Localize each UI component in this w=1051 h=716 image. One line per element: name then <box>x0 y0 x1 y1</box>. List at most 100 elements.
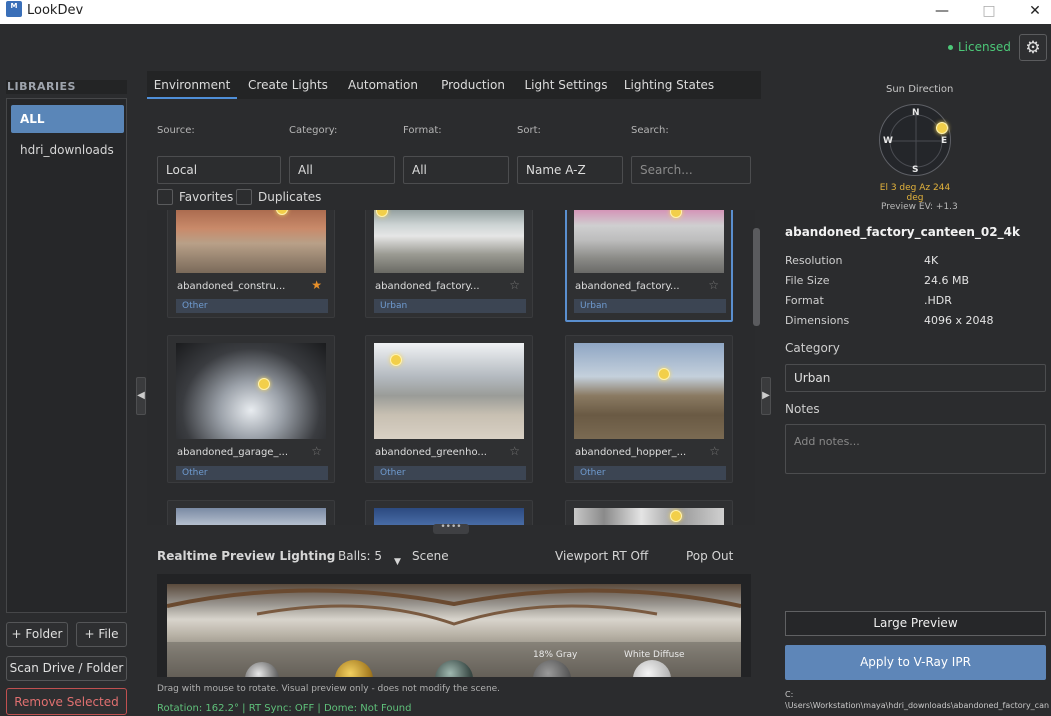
minimize-button[interactable]: — <box>919 0 965 24</box>
favorite-star-icon[interactable]: ☆ <box>709 444 720 458</box>
hdri-thumbnail <box>374 343 524 439</box>
collapse-right-button[interactable]: ▶ <box>761 377 771 415</box>
scan-drive-button[interactable]: Scan Drive / Folder <box>6 656 127 681</box>
scene-button[interactable]: Scene <box>412 549 449 563</box>
hdri-card[interactable]: abandoned_greenho... ☆ Other <box>365 335 533 483</box>
hdri-thumbnail <box>176 343 326 439</box>
large-preview-button[interactable]: Large Preview <box>785 611 1046 636</box>
remove-selected-button[interactable]: Remove Selected <box>6 688 127 715</box>
category-field[interactable]: Urban <box>785 364 1046 392</box>
tab-environment[interactable]: Environment <box>147 71 237 99</box>
hdri-name: abandoned_constru... <box>177 281 286 292</box>
notes-label: Notes <box>785 402 820 416</box>
settings-button[interactable]: ⚙ <box>1019 34 1047 61</box>
ball-label-gray: 18% Gray <box>533 650 578 660</box>
favorite-star-icon[interactable]: ☆ <box>708 278 719 292</box>
category-tag: Urban <box>374 299 526 313</box>
category-tag: Other <box>574 466 726 480</box>
hdri-grid: abandoned_constru... ★ Other abandoned_f… <box>147 210 755 525</box>
tab-light-settings[interactable]: Light Settings <box>522 71 610 99</box>
libraries-header: LIBRARIES <box>6 80 127 94</box>
property-value: 4096 x 2048 <box>924 314 994 327</box>
license-status-label: Licensed <box>958 40 1011 54</box>
category-select[interactable]: All <box>289 156 395 184</box>
hdri-thumbnail <box>176 210 326 273</box>
file-path-drive: C: <box>785 690 794 699</box>
gear-icon: ⚙ <box>1025 38 1041 58</box>
category-tag: Urban <box>574 299 726 313</box>
source-select[interactable]: Local <box>157 156 281 184</box>
property-key: File Size <box>785 274 830 287</box>
property-value: 24.6 MB <box>924 274 970 287</box>
window-title: LookDev <box>27 3 84 18</box>
tab-create-lights[interactable]: Create Lights <box>243 71 333 99</box>
chevron-left-icon: ◀ <box>137 390 145 401</box>
balls-select[interactable]: Balls: 5 ▼ <box>338 549 401 567</box>
hdri-card[interactable]: abandoned_hopper_... ☆ Other <box>565 335 733 483</box>
license-status: Licensed <box>948 40 1011 54</box>
favorite-star-icon[interactable]: ☆ <box>509 444 520 458</box>
close-button[interactable]: ✕ <box>1012 0 1051 24</box>
format-select[interactable]: All <box>403 156 509 184</box>
tab-lighting-states[interactable]: Lighting States <box>621 71 717 99</box>
compass-east: E <box>941 136 948 146</box>
hdri-card[interactable]: abandoned_constru... ★ Other <box>167 210 335 318</box>
hdri-thumbnail <box>574 210 724 273</box>
hdri-name: abandoned_greenho... <box>375 447 487 458</box>
source-label: Source: <box>157 125 195 136</box>
favorite-star-icon[interactable]: ☆ <box>509 278 520 292</box>
tab-bar: Environment Create Lights Automation Pro… <box>147 71 761 99</box>
apply-vray-button[interactable]: Apply to V-Ray IPR <box>785 645 1046 680</box>
pop-out-button[interactable]: Pop Out <box>686 549 733 563</box>
file-path: C: \Users\Workstation\maya\hdri_downloads… <box>785 689 1051 711</box>
property-value: 4K <box>924 254 939 267</box>
chevron-down-icon: ▼ <box>394 557 401 567</box>
hdri-card[interactable]: abandoned_factory... ☆ Urban <box>365 210 533 318</box>
chevron-right-icon: ▶ <box>762 390 770 401</box>
property-key: Format <box>785 294 824 307</box>
hdri-thumbnail <box>574 343 724 439</box>
notes-field[interactable]: Add notes... <box>785 424 1046 474</box>
hdri-card[interactable] <box>167 500 335 525</box>
library-item-all[interactable]: ALL <box>11 105 124 133</box>
drag-dots-icon: •••• <box>440 522 462 532</box>
tab-production[interactable]: Production <box>433 71 513 99</box>
compass-west: W <box>883 136 893 146</box>
asset-title: abandoned_factory_canteen_02_4k <box>785 225 1020 239</box>
add-folder-button[interactable]: + Folder <box>6 622 68 647</box>
sun-marker-icon <box>670 510 682 522</box>
property-key: Dimensions <box>785 314 850 327</box>
hdri-card-selected[interactable]: abandoned_factory... ☆ Urban <box>565 210 733 322</box>
favorite-star-icon[interactable]: ★ <box>311 278 322 292</box>
viewport-rt-button[interactable]: Viewport RT Off <box>555 549 648 563</box>
favorite-star-icon[interactable]: ☆ <box>311 444 322 458</box>
app-icon-letter: M <box>10 2 18 10</box>
category-tag: Other <box>374 466 526 480</box>
hdri-thumbnail <box>374 210 524 273</box>
sort-select[interactable]: Name A-Z <box>517 156 623 184</box>
search-input[interactable]: Search... <box>631 156 751 184</box>
category-tag: Other <box>176 466 328 480</box>
maximize-button[interactable]: □ <box>966 0 1012 24</box>
preview-status: Rotation: 162.2° | RT Sync: OFF | Dome: … <box>157 703 412 714</box>
duplicates-checkbox[interactable] <box>236 189 252 205</box>
favorites-checkbox[interactable] <box>157 189 173 205</box>
hdri-name: abandoned_garage_... <box>177 447 288 458</box>
app-icon: M <box>6 1 22 17</box>
preview-viewport[interactable]: 18% Gray White Diffuse <box>167 584 741 677</box>
hdri-name: abandoned_factory... <box>575 281 680 292</box>
hdri-card[interactable] <box>565 500 733 525</box>
add-file-button[interactable]: + File <box>76 622 127 647</box>
collapse-left-button[interactable]: ◀ <box>136 377 146 415</box>
sun-elevation-azimuth: El 3 deg Az 244 deg <box>879 183 951 203</box>
tab-automation[interactable]: Automation <box>341 71 425 99</box>
sun-handle-icon[interactable] <box>936 122 948 134</box>
grid-scrollbar[interactable] <box>753 228 760 326</box>
hdri-card[interactable]: abandoned_garage_... ☆ Other <box>167 335 335 483</box>
preview-ev: Preview EV: +1.3 <box>881 202 958 212</box>
category-filter-label: Category: <box>289 125 338 136</box>
library-item-hdri-downloads[interactable]: hdri_downloads <box>11 136 124 164</box>
sun-compass[interactable]: N S E W <box>879 104 951 176</box>
splitter-handle[interactable]: •••• <box>433 522 469 534</box>
sun-direction-label: Sun Direction <box>886 84 954 95</box>
